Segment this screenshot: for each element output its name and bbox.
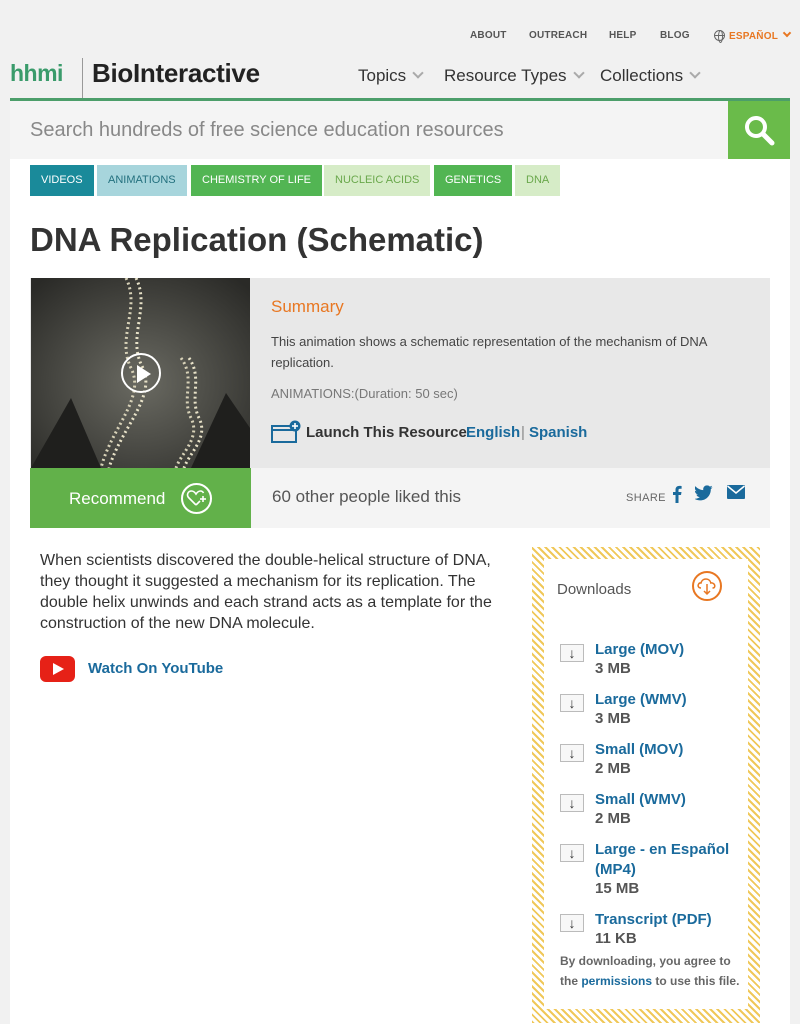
downloads-heading: Downloads xyxy=(557,581,632,598)
outreach-link[interactable]: OUTREACH xyxy=(529,30,587,41)
summary-heading: Summary xyxy=(271,297,344,316)
download-arrow-icon: ↓ xyxy=(560,794,584,812)
download-name[interactable]: Large - en Español (MP4) xyxy=(595,840,745,880)
launch-icon xyxy=(271,420,301,443)
search-icon xyxy=(745,116,775,146)
download-size: 3 MB xyxy=(595,660,631,677)
language-label: ESPAÑOL xyxy=(729,31,778,42)
downloads-inner: Downloads ↓ Large (MOV) 3 MB ↓ Large (WM… xyxy=(544,559,748,1009)
tag-animations[interactable]: ANIMATIONS xyxy=(97,165,187,196)
download-size: 2 MB xyxy=(595,810,631,827)
nav-topics-label: Topics xyxy=(358,66,407,85)
download-terms: By downloading, you agree to the permiss… xyxy=(560,951,740,991)
brand-divider xyxy=(82,58,83,98)
downloads-panel: Downloads ↓ Large (MOV) 3 MB ↓ Large (WM… xyxy=(532,547,760,1023)
resource-summary: Summary This animation shows a schematic… xyxy=(30,278,770,468)
page-title: DNA Replication (Schematic) xyxy=(30,221,484,258)
download-arrow-icon: ↓ xyxy=(560,914,584,932)
search-bar xyxy=(10,101,790,159)
tag-dna[interactable]: DNA xyxy=(515,165,561,196)
chevron-down-icon xyxy=(689,67,701,79)
download-name[interactable]: Large (MOV) xyxy=(595,640,745,660)
heart-plus-icon xyxy=(181,483,212,514)
download-arrow-icon: ↓ xyxy=(560,744,584,762)
chevron-down-icon xyxy=(412,67,424,79)
download-size: 15 MB xyxy=(595,880,640,897)
tag-nucleic-acids[interactable]: NUCLEIC ACIDS xyxy=(324,165,431,196)
utility-nav: ABOUT OUTREACH HELP BLOG ESPAÑOL xyxy=(0,28,800,46)
summary-text: This animation shows a schematic represe… xyxy=(271,334,707,370)
search-input[interactable] xyxy=(10,101,728,159)
tag-chemistry-of-life[interactable]: CHEMISTRY OF LIFE xyxy=(191,165,323,196)
launch-english-link[interactable]: English xyxy=(466,424,520,441)
globe-icon xyxy=(714,30,725,43)
download-arrow-icon: ↓ xyxy=(560,644,584,662)
nav-collections-label: Collections xyxy=(600,66,684,85)
nav-topics[interactable]: Topics xyxy=(358,66,424,86)
download-name[interactable]: Small (WMV) xyxy=(595,790,745,810)
resource-description: When scientists discovered the double-he… xyxy=(40,552,492,632)
recommend-label: Recommend xyxy=(69,489,166,508)
play-icon[interactable] xyxy=(121,353,161,393)
download-name[interactable]: Transcript (PDF) xyxy=(595,910,745,930)
youtube-icon xyxy=(40,656,75,682)
download-size: 2 MB xyxy=(595,760,631,777)
page: ABOUT OUTREACH HELP BLOG ESPAÑOL hhmi Bi… xyxy=(0,0,800,1024)
main-content: VIDEOS ANIMATIONS CHEMISTRY OF LIFE NUCL… xyxy=(10,159,790,1024)
nav-resource-types[interactable]: Resource Types xyxy=(444,66,585,86)
cloud-download-icon xyxy=(692,571,722,601)
download-name[interactable]: Small (MOV) xyxy=(595,740,745,760)
download-size: 3 MB xyxy=(595,710,631,727)
recommend-button[interactable]: Recommend xyxy=(30,468,251,528)
hhmi-logo: hhmi xyxy=(10,60,63,86)
facebook-icon[interactable] xyxy=(672,485,682,503)
about-link[interactable]: ABOUT xyxy=(470,30,507,41)
launch-separator: | xyxy=(521,424,525,441)
download-name[interactable]: Large (WMV) xyxy=(595,690,745,710)
download-terms-after: to use this file. xyxy=(655,974,740,988)
launch-spanish-link[interactable]: Spanish xyxy=(529,424,587,441)
site-name: BioInteractive xyxy=(92,58,260,88)
download-arrow-icon: ↓ xyxy=(560,694,584,712)
email-icon[interactable] xyxy=(727,485,745,499)
download-arrow-icon: ↓ xyxy=(560,844,584,862)
liked-count: 60 other people liked this xyxy=(272,487,462,506)
permissions-link[interactable]: permissions xyxy=(581,974,652,988)
tag-genetics[interactable]: GENETICS xyxy=(434,165,513,196)
chevron-down-icon xyxy=(572,67,585,79)
search-button[interactable] xyxy=(728,101,790,159)
tag-videos[interactable]: VIDEOS xyxy=(30,165,94,196)
nav-resource-types-label: Resource Types xyxy=(444,66,567,85)
language-link[interactable]: ESPAÑOL xyxy=(714,28,792,43)
youtube-label: Watch On YouTube xyxy=(88,660,224,677)
nav-collections[interactable]: Collections xyxy=(600,66,701,86)
launch-label: Launch This Resource xyxy=(306,424,467,441)
help-link[interactable]: HELP xyxy=(609,30,636,41)
video-thumbnail[interactable] xyxy=(31,278,250,468)
chevron-down-icon xyxy=(782,28,792,38)
share-label: SHARE xyxy=(626,492,666,504)
recommend-bar: Recommend 60 other people liked this SHA… xyxy=(30,468,770,528)
duration-text: ANIMATIONS:(Duration: 50 sec) xyxy=(271,386,458,401)
blog-link[interactable]: BLOG xyxy=(660,30,690,41)
twitter-icon[interactable] xyxy=(695,485,713,501)
download-size: 11 KB xyxy=(595,930,637,947)
